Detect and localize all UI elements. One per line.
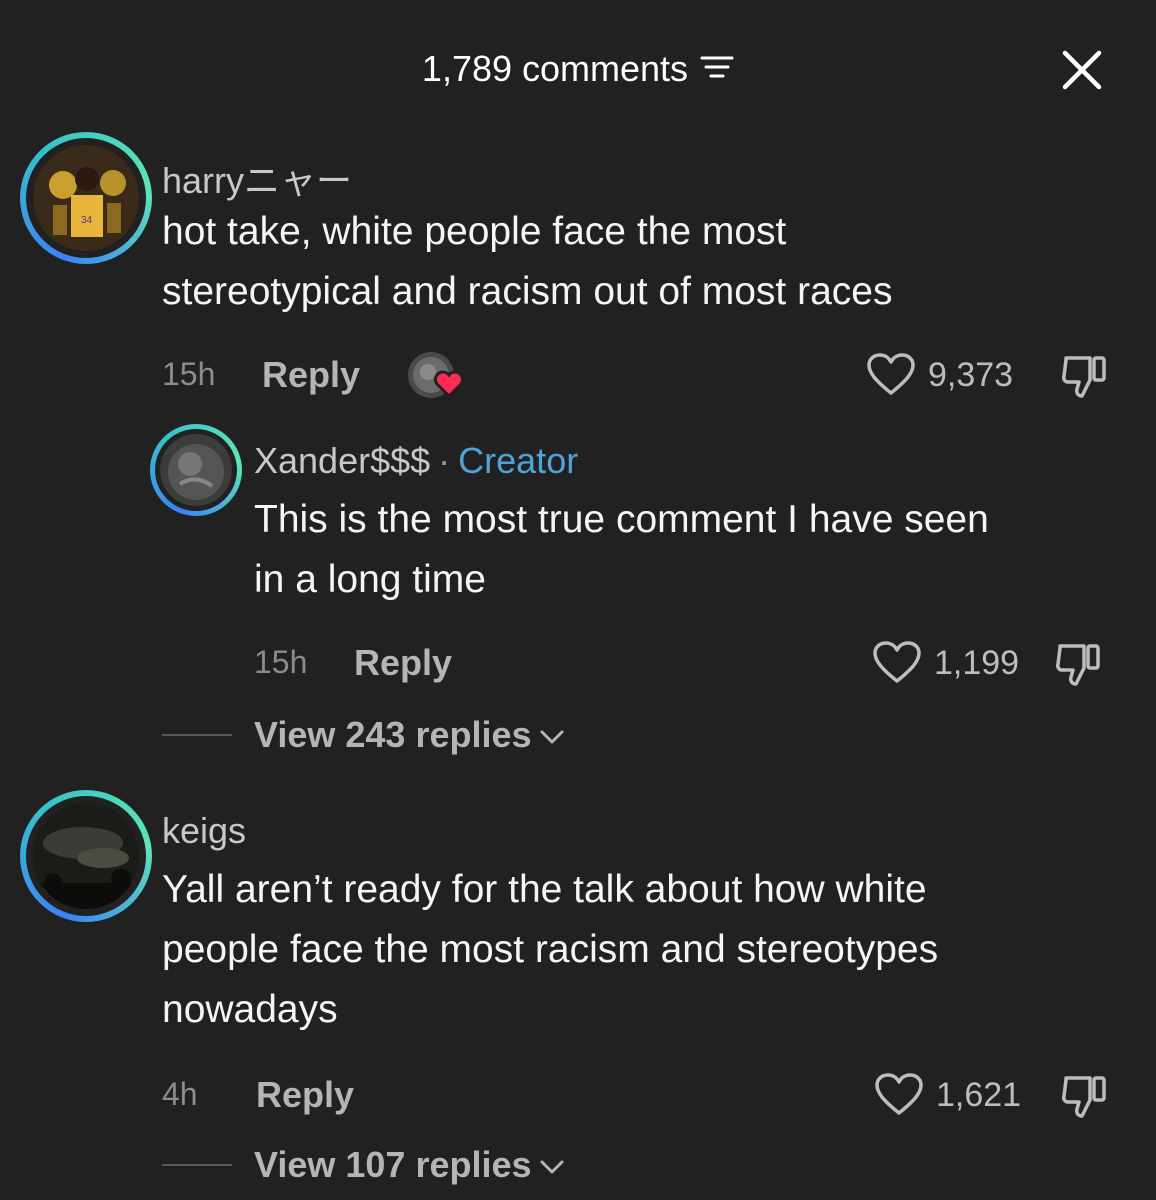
reply-text: This is the most true comment I have see… xyxy=(254,490,989,610)
comment-text: hot take, white people face the most ste… xyxy=(162,202,892,322)
reply-button[interactable]: Reply xyxy=(256,1074,354,1116)
reply-text-line: in a long time xyxy=(254,558,486,601)
separator-dot: · xyxy=(438,440,451,481)
comment-text: Yall aren’t ready for the talk about how… xyxy=(162,860,938,1040)
like-count: 1,621 xyxy=(936,1076,1022,1114)
view-replies-button[interactable]: View 107 replies xyxy=(254,1144,566,1186)
avatar[interactable]: 34 xyxy=(20,132,152,264)
username[interactable]: keigs xyxy=(162,810,246,852)
comment-text-line: stereotypical and racism out of most rac… xyxy=(162,270,893,313)
avatar-image: 34 xyxy=(33,145,139,251)
view-replies-label: View 107 replies xyxy=(254,1144,532,1185)
reply-like-count: 1,199 xyxy=(934,644,1020,682)
comment-text-line: Yall aren’t ready for the talk about how… xyxy=(162,868,927,911)
like-heart-icon[interactable] xyxy=(866,352,916,401)
reply-dislike-icon[interactable] xyxy=(1054,640,1104,693)
divider-line xyxy=(162,734,232,736)
view-replies-label: View 243 replies xyxy=(254,714,532,755)
filter-lines-icon[interactable] xyxy=(700,48,734,90)
reply-username[interactable]: Xander$$$ xyxy=(254,440,430,481)
close-icon[interactable] xyxy=(1060,48,1104,92)
comment-time: 15h xyxy=(162,356,216,392)
divider-line xyxy=(162,1164,232,1166)
reply-username-row: Xander$$$ · Creator xyxy=(254,440,578,482)
reply-text-line: This is the most true comment I have see… xyxy=(254,498,989,541)
dislike-icon[interactable] xyxy=(1060,1072,1110,1125)
comment-text-line: people face the most racism and stereoty… xyxy=(162,928,939,971)
comment-time: 4h xyxy=(162,1076,198,1112)
reply-reply-button[interactable]: Reply xyxy=(354,642,452,684)
username[interactable]: harryニャー xyxy=(162,152,352,204)
avatar-image xyxy=(33,803,139,909)
comments-count-title: 1,789 comments xyxy=(0,48,1156,90)
reply-avatar[interactable] xyxy=(150,424,242,516)
creator-heart-icon xyxy=(434,370,464,403)
chevron-down-icon xyxy=(540,1160,564,1174)
comments-count: 1,789 comments xyxy=(421,48,689,89)
reply-like-heart-icon[interactable] xyxy=(872,640,922,689)
like-count: 9,373 xyxy=(928,356,1014,394)
dislike-icon[interactable] xyxy=(1060,352,1110,405)
chevron-down-icon xyxy=(540,730,564,744)
reply-avatar-image xyxy=(160,434,232,506)
comment-text-line: nowadays xyxy=(162,988,338,1031)
creator-badge: Creator xyxy=(458,440,579,481)
comments-header: 1,789 comments xyxy=(0,0,1156,130)
like-heart-icon[interactable] xyxy=(874,1072,924,1121)
comment-text-line: hot take, white people face the most xyxy=(162,210,787,253)
svg-text:34: 34 xyxy=(81,215,93,226)
avatar[interactable] xyxy=(20,790,152,922)
reply-time: 15h xyxy=(254,644,308,680)
reply-button[interactable]: Reply xyxy=(262,354,360,396)
view-replies-button[interactable]: View 243 replies xyxy=(254,714,566,756)
